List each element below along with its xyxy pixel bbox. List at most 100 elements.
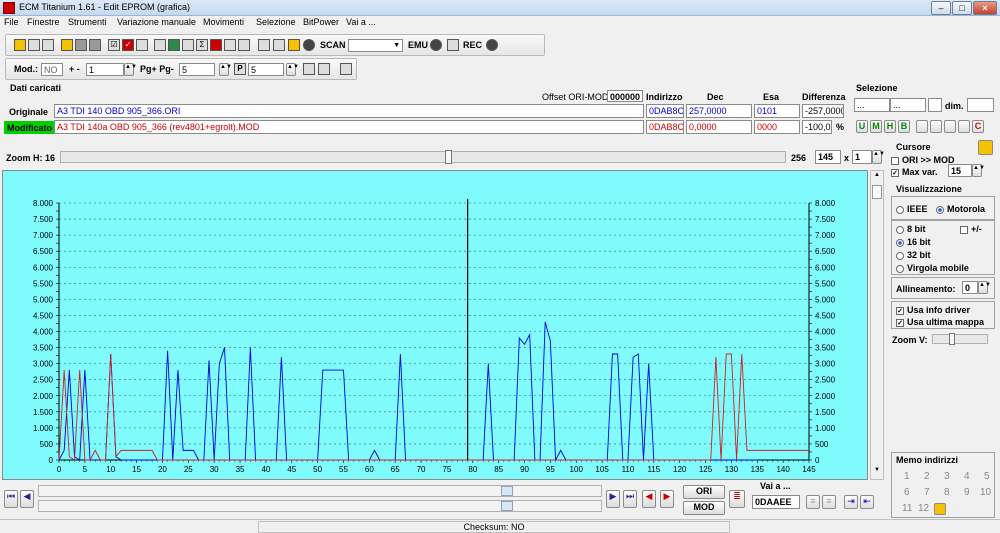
h-scroll-top[interactable] [38, 485, 602, 497]
grid-icon[interactable] [303, 63, 315, 75]
sel-extra-field[interactable] [928, 98, 942, 112]
sum-icon[interactable]: Σ [196, 39, 208, 51]
record-icon[interactable] [303, 39, 315, 51]
sel-start-field[interactable]: ... [854, 98, 890, 112]
mod-button[interactable]: MOD [683, 501, 725, 515]
graph-vscroll[interactable]: ▲ ▼ [870, 170, 884, 480]
document-icon[interactable] [136, 39, 148, 51]
sel-h-icon[interactable]: H [884, 120, 896, 133]
zoom-v-slider[interactable] [932, 333, 988, 345]
memo-slot[interactable]: 5 [984, 471, 990, 482]
compare-icon[interactable]: ≣ [729, 490, 745, 508]
zoom-v-thumb[interactable] [949, 333, 955, 345]
home-icon[interactable] [14, 39, 26, 51]
32bit-radio[interactable]: 32 bit [896, 250, 931, 260]
memo-slot[interactable]: 12 [918, 503, 929, 514]
ori-button[interactable]: ORI [683, 485, 725, 499]
step-spinner[interactable]: ▲▼ [124, 63, 137, 76]
table-icon[interactable] [224, 39, 236, 51]
usa-info-checkbox[interactable]: ✓ Usa info driver [896, 305, 970, 315]
disk-icon[interactable] [89, 39, 101, 51]
scan-select[interactable]: ▼ [348, 39, 403, 52]
motorola-radio[interactable]: Motorola [936, 204, 985, 214]
last-icon[interactable]: ⏭ [623, 490, 637, 508]
marker-left-icon[interactable]: ⇥ [844, 495, 858, 509]
settings-icon[interactable] [447, 39, 459, 51]
scroll-down-icon[interactable]: ▼ [872, 467, 882, 477]
prev-icon[interactable]: ◀ [20, 490, 34, 508]
ieee-radio[interactable]: IEEE [896, 204, 928, 214]
marker-right-icon[interactable]: ⇤ [860, 495, 874, 509]
mod-field[interactable]: NO [41, 63, 63, 76]
maximize-button[interactable]: □ [952, 1, 972, 15]
offset-field[interactable]: 000000 [607, 90, 643, 102]
sel-end-field[interactable]: ... [890, 98, 926, 112]
table2-icon[interactable] [318, 63, 330, 75]
memo-slot[interactable]: 9 [964, 487, 970, 498]
open-folder-icon[interactable] [61, 39, 73, 51]
scroll-thumb[interactable] [872, 185, 882, 199]
memo-slot[interactable]: 2 [924, 471, 930, 482]
vai-a-field[interactable]: 0DAAEE [752, 495, 800, 509]
align-right-icon[interactable]: ≡ [822, 495, 836, 509]
memo-slot[interactable]: 10 [980, 487, 991, 498]
allineamento-field[interactable]: 0 [962, 281, 978, 294]
step-field[interactable]: 1 [86, 63, 124, 76]
refresh-sel-icon[interactable] [958, 120, 970, 133]
lock-icon[interactable] [273, 39, 285, 51]
h-scroll-bottom[interactable] [38, 500, 602, 512]
reset-sel-icon[interactable]: C [972, 120, 984, 133]
maxvar-field[interactable]: 15 [948, 164, 972, 177]
memo-slot[interactable]: 11 [902, 503, 912, 514]
menu-bitpower[interactable]: BitPower [303, 17, 339, 27]
close-button[interactable]: × [973, 1, 997, 15]
p-field[interactable]: 5 [248, 63, 284, 76]
zoom-spinner[interactable]: ▲▼ [872, 150, 885, 164]
8bit-radio[interactable]: 8 bit [896, 224, 926, 234]
p-icon[interactable]: P [234, 63, 246, 75]
zoom-field2[interactable]: 1 [852, 150, 872, 164]
menu-variazione[interactable]: Variazione manuale [117, 17, 196, 27]
map-icon[interactable] [154, 39, 166, 51]
memo-slot[interactable]: 3 [944, 471, 950, 482]
checksum-icon[interactable]: ✓ [122, 39, 134, 51]
memo-slot[interactable]: 4 [964, 471, 970, 482]
pg-field[interactable]: 5 [179, 63, 215, 76]
terminal-icon[interactable] [258, 39, 270, 51]
menu-movimenti[interactable]: Movimenti [203, 17, 244, 27]
text-icon[interactable] [340, 63, 352, 75]
lock-cursor-icon[interactable] [978, 140, 993, 155]
memo-slot[interactable]: 7 [924, 487, 930, 498]
memo-slot[interactable]: 1 [904, 471, 910, 482]
emu-toggle-icon[interactable] [430, 39, 442, 51]
h-scroll-top-thumb[interactable] [501, 486, 513, 496]
ori-mod-checkbox[interactable]: ORI >> MOD [891, 155, 955, 165]
scroll-up-icon[interactable]: ▲ [872, 172, 882, 182]
pg-spinner[interactable]: ▲▼ [219, 63, 232, 76]
dim-field[interactable] [967, 98, 994, 112]
p-spinner[interactable]: ▲▼ [286, 63, 299, 76]
paste-sel-icon[interactable] [930, 120, 942, 133]
zoom-h-thumb[interactable] [445, 150, 452, 164]
zoom-h-slider[interactable] [60, 150, 786, 164]
sel-u-icon[interactable]: U [856, 120, 868, 133]
prev-diff-icon[interactable]: ◀ [642, 490, 656, 508]
menu-file[interactable]: File [4, 17, 19, 27]
next-diff-icon[interactable]: ▶ [660, 490, 674, 508]
rec-toggle-icon[interactable] [486, 39, 498, 51]
maxvar-spinner[interactable]: ▲▼ [972, 164, 985, 177]
copy-icon[interactable] [28, 39, 40, 51]
driver-icon[interactable] [168, 39, 180, 51]
menu-strumenti[interactable]: Strumenti [68, 17, 107, 27]
usa-ultima-checkbox[interactable]: ✓ Usa ultima mappa [896, 317, 984, 327]
menu-vai-a[interactable]: Vai a ... [346, 17, 376, 27]
h-scroll-bottom-thumb[interactable] [501, 501, 513, 511]
flag-icon[interactable] [210, 39, 222, 51]
align-left-icon[interactable]: ≡ [806, 495, 820, 509]
save-icon[interactable] [75, 39, 87, 51]
maxvar-checkbox[interactable]: ✓ Max var. [891, 167, 938, 177]
binoculars-icon[interactable] [238, 39, 250, 51]
edit-sel-icon[interactable] [944, 120, 956, 133]
sel-b-icon[interactable]: B [898, 120, 910, 133]
copy-sel-icon[interactable] [916, 120, 928, 133]
